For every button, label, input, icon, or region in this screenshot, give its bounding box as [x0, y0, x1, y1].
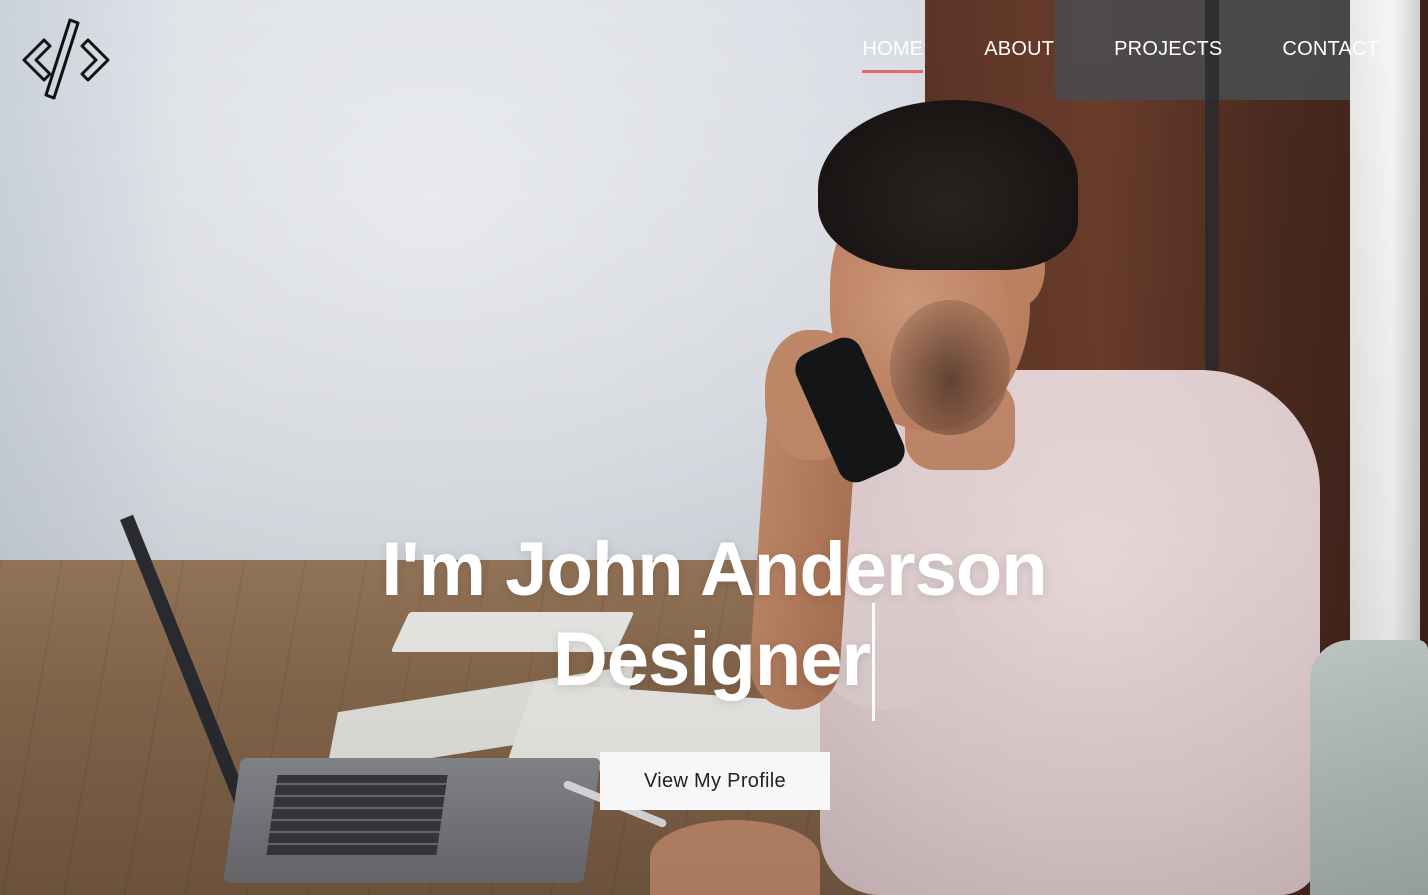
view-profile-button[interactable]: View My Profile [600, 752, 830, 810]
hero-role-typed: Designer [552, 603, 876, 721]
nav-home-link[interactable]: HOME [862, 38, 924, 73]
hero-section: I'm John Anderson Designer [0, 525, 1428, 721]
typing-cursor [872, 603, 876, 721]
code-brackets-icon [22, 18, 110, 100]
nav-about-link[interactable]: ABOUT [984, 38, 1054, 73]
hero-greeting: I'm John Anderson [381, 527, 1047, 612]
nav-projects-link[interactable]: PROJECTS [1114, 38, 1222, 73]
hero-role-text: Designer [552, 617, 871, 702]
main-nav: HOME ABOUT PROJECTS CONTACT [862, 38, 1428, 78]
nav-contact-link[interactable]: CONTACT [1282, 38, 1379, 73]
site-logo[interactable] [20, 18, 112, 102]
